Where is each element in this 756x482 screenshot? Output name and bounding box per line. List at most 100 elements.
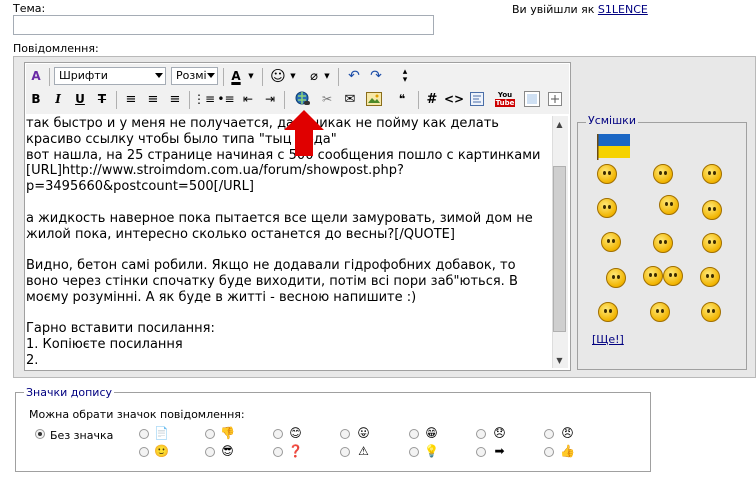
smiles-legend: Усмішки <box>586 114 638 127</box>
chevron-down-icon[interactable]: ▼ <box>246 66 256 86</box>
unlink-icon[interactable]: ✂ <box>317 89 337 109</box>
radio-icon[interactable] <box>340 429 350 439</box>
chevron-down-icon[interactable]: ▼ <box>288 66 298 86</box>
smiley-thumbs-up-icon[interactable] <box>701 302 721 322</box>
quote-icon[interactable]: ❝ <box>392 89 412 109</box>
scrollbar-thumb[interactable] <box>553 166 566 332</box>
smiley-icon[interactable] <box>702 164 722 184</box>
smiley-grin-icon[interactable] <box>702 200 722 220</box>
scroll-down-icon[interactable]: ▼ <box>553 353 566 367</box>
question-icon: ❓ <box>288 443 303 458</box>
smiley-icon[interactable]: ☺ <box>268 66 288 86</box>
smiley-icon[interactable] <box>700 267 720 287</box>
radio-icon[interactable] <box>476 429 486 439</box>
attach-icon[interactable]: ⌀ <box>304 66 324 86</box>
radio-icon[interactable] <box>273 447 283 457</box>
smiley-group-icon[interactable] <box>663 266 683 286</box>
ordered-list-icon[interactable]: ⋮≡ <box>193 89 215 109</box>
text-color-icon[interactable]: A <box>226 66 246 86</box>
bold-icon[interactable]: B <box>26 89 46 109</box>
radio-icon[interactable] <box>139 447 149 457</box>
toolbar-divider <box>49 68 50 86</box>
user-link[interactable]: S1LENCE <box>598 3 648 16</box>
radio-no-icon[interactable] <box>35 429 45 439</box>
editor-line: p=3495660&postcount=500[/URL] <box>26 179 254 195</box>
more-smiles-link[interactable]: [Ще!] <box>592 333 624 346</box>
picture-icon[interactable] <box>522 89 542 109</box>
smiley-icon[interactable] <box>597 198 617 218</box>
hash-icon[interactable]: # <box>422 89 442 109</box>
underline-icon[interactable]: U <box>70 89 90 109</box>
align-right-icon[interactable]: ≡ <box>165 89 185 109</box>
radio-icon[interactable] <box>273 429 283 439</box>
size-select[interactable]: Розмі <box>171 67 218 85</box>
smiley-group-icon[interactable] <box>643 266 663 286</box>
smiley-icon[interactable] <box>601 232 621 252</box>
outdent-icon[interactable]: ⇤ <box>238 89 258 109</box>
login-prefix: Ви увійшли як <box>512 3 595 16</box>
strikethrough-icon[interactable]: T <box>92 89 112 109</box>
smiley-icon[interactable] <box>650 302 670 322</box>
italic-icon[interactable]: I <box>48 89 68 109</box>
radio-icon[interactable] <box>476 447 486 457</box>
align-center-icon[interactable]: ≡ <box>143 89 163 109</box>
smile-icon: 🙂 <box>154 443 169 458</box>
font-select[interactable]: Шрифти <box>54 67 166 85</box>
editor-line: Гарно вставити посилання: <box>26 321 215 337</box>
indent-icon[interactable]: ⇥ <box>260 89 280 109</box>
scroll-up-icon[interactable]: ▲ <box>553 117 566 131</box>
editor-line: а жидкость наверное пока пытается все ще… <box>26 210 533 226</box>
smiley-icon[interactable] <box>653 164 673 184</box>
radio-icon[interactable] <box>544 447 554 457</box>
toolbar-divider <box>262 68 263 86</box>
align-left-icon[interactable]: ≡ <box>121 89 141 109</box>
smiley-icon[interactable] <box>659 195 679 215</box>
thumbs-up-icon: 👍 <box>560 443 575 458</box>
post-icons-legend: Значки допису <box>24 386 115 399</box>
php-icon[interactable] <box>467 89 487 109</box>
smiley-icon[interactable] <box>598 302 618 322</box>
title-input[interactable] <box>13 15 434 35</box>
undo-icon[interactable]: ↶ <box>344 66 364 86</box>
no-icon-label: Без значка <box>50 429 114 442</box>
tongue-icon: 😛 <box>357 425 370 440</box>
radio-icon[interactable] <box>409 447 419 457</box>
radio-icon[interactable] <box>205 429 215 439</box>
editor-line: [URL]http://www.stroimdom.com.ua/forum/s… <box>26 163 404 179</box>
smiley-cool-icon[interactable] <box>702 233 722 253</box>
radio-icon[interactable] <box>544 429 554 439</box>
youtube-icon[interactable]: You Tube <box>494 89 516 109</box>
email-icon[interactable]: ✉ <box>340 89 360 109</box>
angry-icon: 😠 <box>561 425 574 440</box>
toolbar-row-1: A Шрифти Розмі A ▼ ☺ ▼ ⌀ ▼ ↶ ↷ ▴ ▾ <box>26 66 569 88</box>
radio-icon[interactable] <box>139 429 149 439</box>
cool-icon: 😎 <box>221 443 234 458</box>
code-icon[interactable]: <> <box>444 89 464 109</box>
radio-icon[interactable] <box>409 429 419 439</box>
switch-mode-icon[interactable]: A <box>26 66 46 86</box>
sad-icon: 😞 <box>493 425 506 440</box>
post-icons-prompt: Можна обрати значок повідомлення: <box>29 408 245 421</box>
radio-icon[interactable] <box>205 447 215 457</box>
editor-line: жилой пока, интересно сколько останется … <box>26 226 455 242</box>
chevron-down-icon[interactable]: ▼ <box>322 66 332 86</box>
toolbar-divider <box>284 91 285 109</box>
unordered-list-icon[interactable]: •≡ <box>216 89 236 109</box>
link-icon[interactable] <box>293 89 313 109</box>
image-icon[interactable] <box>364 89 384 109</box>
resize-icon[interactable]: ▴ ▾ <box>395 66 415 86</box>
smiley-plain-icon[interactable] <box>653 233 673 253</box>
smiley-icon[interactable] <box>606 268 626 288</box>
red-arrow-annotation <box>284 110 324 156</box>
document-icon: 📄 <box>154 425 169 440</box>
radio-icon[interactable] <box>340 447 350 457</box>
chevron-down-icon <box>207 73 215 78</box>
redo-icon[interactable]: ↷ <box>366 66 386 86</box>
editor-line: воно через стінки спочатку буде виходити… <box>26 273 518 289</box>
lightbulb-icon: 💡 <box>424 443 439 458</box>
smiley-flag-icon[interactable] <box>597 164 617 184</box>
more-icon[interactable] <box>545 89 565 109</box>
toolbar-divider <box>189 91 190 109</box>
ukraine-flag-icon[interactable] <box>596 134 632 160</box>
